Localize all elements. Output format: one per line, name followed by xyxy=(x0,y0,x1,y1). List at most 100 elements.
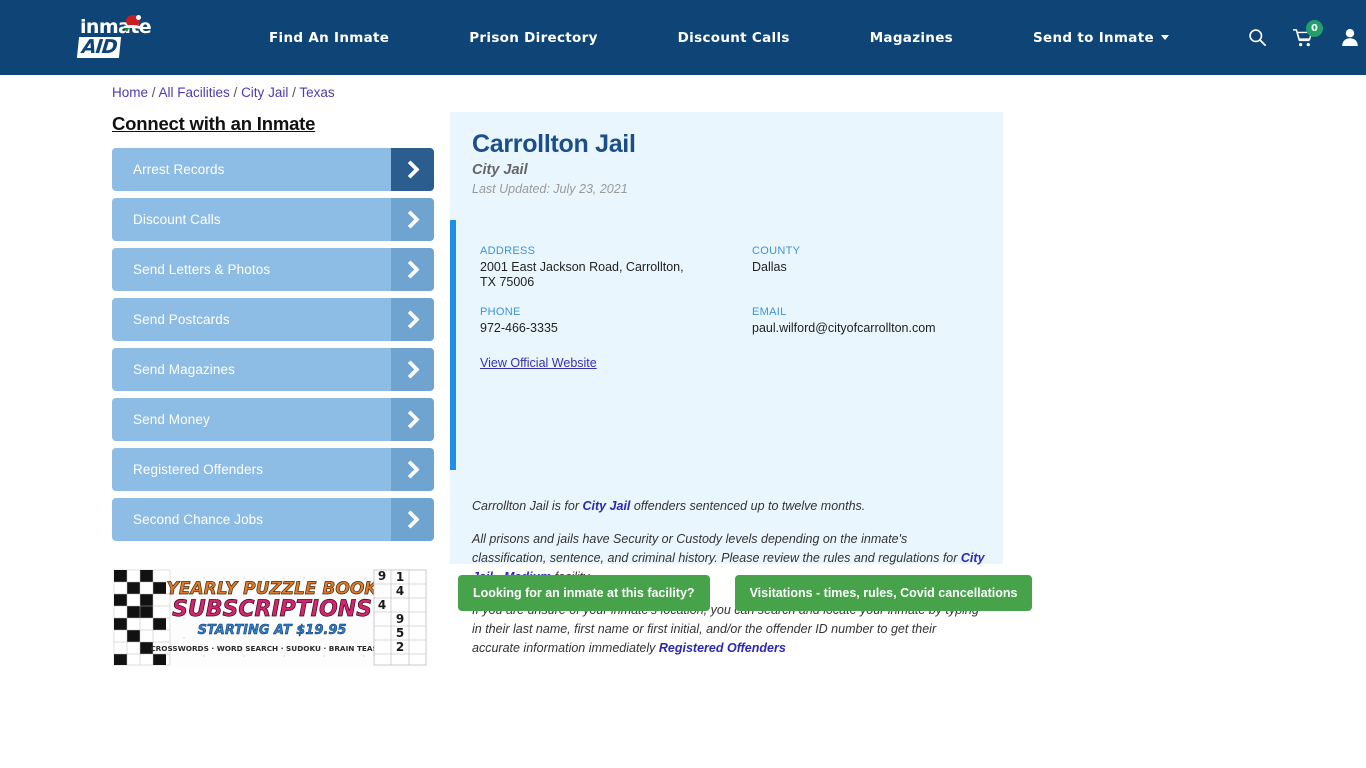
chevron-right-box xyxy=(391,298,434,341)
desc-p3-link-registered-offenders[interactable]: Registered Offenders xyxy=(659,641,786,655)
svg-text:5: 5 xyxy=(396,626,404,640)
nav-label: Magazines xyxy=(869,29,954,46)
sidebar-item-send-postcards[interactable]: Send Postcards xyxy=(112,298,434,341)
chevron-right-icon xyxy=(400,260,420,279)
ad-line1: YEARLY PUZZLE BOOK xyxy=(167,579,380,599)
svg-text:2: 2 xyxy=(396,640,404,654)
sidebar-item-discount-calls[interactable]: Discount Calls xyxy=(112,198,434,241)
field-label-address: ADDRESS xyxy=(480,245,536,257)
sidebar-item-label: Send Magazines xyxy=(133,362,235,377)
chevron-right-icon xyxy=(400,160,420,179)
breadcrumb-separator: / xyxy=(288,85,300,100)
field-value-address: 2001 East Jackson Road, Carrollton, TX 7… xyxy=(480,260,684,290)
field-label-county: COUNTY xyxy=(752,245,801,257)
facility-type: City Jail xyxy=(472,161,528,178)
sidebar-item-registered-offenders[interactable]: Registered Offenders xyxy=(112,448,434,491)
site-logo[interactable]: inmateAID xyxy=(76,14,152,58)
nav-item-discount-calls[interactable]: Discount Calls xyxy=(638,30,830,46)
svg-text:9: 9 xyxy=(396,612,404,626)
breadcrumb-item-city-jail[interactable]: City Jail xyxy=(241,85,288,100)
sidebar-item-label: Second Chance Jobs xyxy=(133,512,264,527)
nav-label: Send to Inmate xyxy=(1033,29,1154,46)
page-title: Carrollton Jail xyxy=(472,130,636,158)
desc-p1-text-b: offenders sentenced up to twelve months. xyxy=(630,499,866,513)
logo-text-part2: AID xyxy=(76,36,121,58)
ad-line2: SUBSCRIPTIONS xyxy=(172,597,372,622)
logo-text: inmateAID xyxy=(76,15,152,58)
description-paragraph-1: Carrollton Jail is for City Jail offende… xyxy=(472,497,985,516)
field-address: ADDRESS 2001 East Jackson Road, Carrollt… xyxy=(480,245,752,291)
chevron-right-icon xyxy=(400,410,420,429)
chevron-right-icon xyxy=(400,210,420,229)
sidebar-item-label: Discount Calls xyxy=(133,212,221,227)
search-icon xyxy=(1249,29,1267,47)
sidebar-item-send-money[interactable]: Send Money xyxy=(112,398,434,441)
sidebar-item-send-letters-photos[interactable]: Send Letters & Photos xyxy=(112,248,434,291)
cart-count-badge: 0 xyxy=(1305,19,1323,37)
sidebar-item-label: Send Postcards xyxy=(133,312,230,327)
chevron-right-box xyxy=(391,248,434,291)
field-value-email: paul.wilford@cityofcarrollton.com xyxy=(752,320,936,335)
chevron-right-box xyxy=(391,348,434,391)
sidebar-item-arrest-records[interactable]: Arrest Records xyxy=(112,148,434,191)
desc-p1-link-city-jail[interactable]: City Jail xyxy=(582,499,630,513)
chevron-right-box xyxy=(391,148,434,191)
cart-button[interactable]: 0 xyxy=(1281,18,1327,58)
last-updated-text: Last Updated: July 23, 2021 xyxy=(472,181,628,196)
nav-item-find-an-inmate[interactable]: Find An Inmate xyxy=(229,30,429,46)
chevron-right-box xyxy=(391,448,434,491)
breadcrumb-separator: / xyxy=(229,85,242,100)
breadcrumb-item-home[interactable]: Home xyxy=(112,85,148,100)
chevron-right-icon xyxy=(400,510,420,529)
field-county: COUNTY Dallas xyxy=(752,245,1003,291)
nav-item-prison-directory[interactable]: Prison Directory xyxy=(429,30,637,46)
chevron-right-box xyxy=(391,198,434,241)
search-button[interactable] xyxy=(1235,18,1281,58)
view-official-website-link[interactable]: View Official Website xyxy=(480,356,1003,370)
ad-line4: CROSSWORDS · WORD SEARCH · SUDOKU · BRAI… xyxy=(150,644,393,653)
facility-details-grid: ADDRESS 2001 East Jackson Road, Carrollt… xyxy=(456,220,1003,336)
sudoku-grid-graphic: 9 1 4 4 9 5 2 xyxy=(373,569,427,666)
site-header: inmateAID Find An Inmate Prison Director… xyxy=(0,0,1366,75)
sidebar-item-second-chance-jobs[interactable]: Second Chance Jobs xyxy=(112,498,434,541)
field-email: EMAIL paul.wilford@cityofcarrollton.com xyxy=(752,306,1003,336)
breadcrumb-item-texas[interactable]: Texas xyxy=(299,85,334,100)
field-value-phone: 972-466-3335 xyxy=(480,320,558,335)
sidebar-item-label: Send Money xyxy=(133,412,210,427)
facility-header: Carrollton Jail City Jail Last Updated: … xyxy=(450,112,1003,196)
chevron-right-box xyxy=(391,498,434,541)
nav-label: Find An Inmate xyxy=(269,29,390,46)
svg-text:9: 9 xyxy=(378,569,386,583)
cta-button-row: Looking for an inmate at this facility? … xyxy=(458,575,1033,611)
field-phone: PHONE 972-466-3335 xyxy=(480,306,752,336)
puzzle-book-ad-banner[interactable]: YEARLY PUZZLE BOOK SUBSCRIPTIONS STARTIN… xyxy=(112,568,428,667)
chevron-right-icon xyxy=(400,460,420,479)
svg-text:4: 4 xyxy=(396,584,404,598)
ad-line3: STARTING AT $19.95 xyxy=(198,623,347,638)
breadcrumb-item-all-facilities[interactable]: All Facilities xyxy=(159,85,230,100)
chevron-right-icon xyxy=(400,360,420,379)
nav-item-magazines[interactable]: Magazines xyxy=(830,30,993,46)
nav-item-send-to-inmate[interactable]: Send to Inmate xyxy=(993,30,1209,46)
logo-text-part1: inmate xyxy=(80,15,152,38)
field-label-email: EMAIL xyxy=(752,305,787,318)
nav-label: Discount Calls xyxy=(677,29,790,46)
visitations-button[interactable]: Visitations - times, rules, Covid cancel… xyxy=(734,575,1033,611)
sidebar-item-label: Arrest Records xyxy=(133,162,225,177)
sidebar: Connect with an Inmate Arrest Records Di… xyxy=(112,113,434,548)
chevron-down-icon xyxy=(1160,35,1169,40)
sidebar-item-label: Registered Offenders xyxy=(133,462,264,477)
account-button[interactable] xyxy=(1327,18,1366,58)
field-value-county: Dallas xyxy=(752,260,787,274)
facility-details-block: ADDRESS 2001 East Jackson Road, Carrollt… xyxy=(450,220,1003,470)
user-account-icon xyxy=(1342,29,1358,46)
ad-artwork: YEARLY PUZZLE BOOK SUBSCRIPTIONS STARTIN… xyxy=(112,568,428,667)
svg-text:4: 4 xyxy=(378,598,386,612)
looking-for-inmate-button[interactable]: Looking for an inmate at this facility? xyxy=(458,575,710,611)
sidebar-item-label: Send Letters & Photos xyxy=(133,262,271,277)
chevron-right-icon xyxy=(400,310,420,329)
svg-text:1: 1 xyxy=(396,570,404,584)
sidebar-item-send-magazines[interactable]: Send Magazines xyxy=(112,348,434,391)
facility-info-card: Carrollton Jail City Jail Last Updated: … xyxy=(450,112,1003,655)
field-label-phone: PHONE xyxy=(480,305,521,318)
